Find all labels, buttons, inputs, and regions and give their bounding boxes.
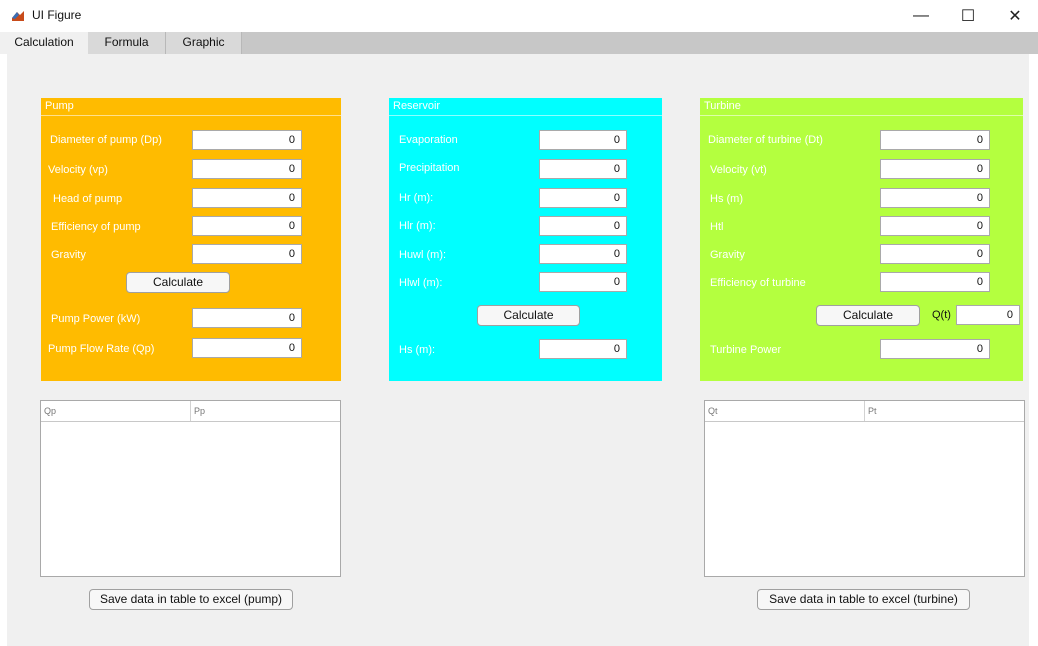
turbine-velocity-field[interactable]: 0 [880, 159, 990, 179]
turbine-diameter-field[interactable]: 0 [880, 130, 990, 150]
pump-power-field[interactable]: 0 [192, 308, 302, 328]
turbine-data-table[interactable]: Qt Pt [704, 400, 1025, 577]
reservoir-huwl-field[interactable]: 0 [539, 244, 627, 264]
pump-velocity-field[interactable]: 0 [192, 159, 302, 179]
window-title-bar: UI Figure — ☐ ✕ [0, 0, 1038, 32]
tab-formula[interactable]: Formula [88, 32, 166, 54]
pump-flow-rate-label: Pump Flow Rate (Qp) [48, 343, 155, 355]
turbine-calculate-button[interactable]: Calculate [816, 305, 920, 326]
turbine-hs-field[interactable]: 0 [880, 188, 990, 208]
pump-head-label: Head of pump [53, 193, 123, 205]
pump-panel-title: Pump [41, 98, 341, 116]
reservoir-evaporation-label: Evaporation [399, 134, 458, 146]
save-turbine-excel-button[interactable]: Save data in table to excel (turbine) [757, 589, 970, 610]
close-icon: ✕ [1008, 8, 1022, 25]
turbine-diameter-label: Diameter of turbine (Dt) [708, 134, 823, 146]
pump-calculate-button[interactable]: Calculate [126, 272, 230, 293]
maximize-icon: ☐ [960, 8, 976, 25]
reservoir-precipitation-label: Precipitation [399, 162, 460, 174]
pump-efficiency-label: Efficiency of pump [51, 221, 141, 233]
reservoir-hlr-field[interactable]: 0 [539, 216, 627, 236]
tab-calculation[interactable]: Calculation [0, 32, 88, 54]
turbine-efficiency-field[interactable]: 0 [880, 272, 990, 292]
turbine-table-col-qt[interactable]: Qt [705, 401, 865, 421]
reservoir-panel-title: Reservoir [389, 98, 662, 116]
reservoir-precipitation-field[interactable]: 0 [539, 159, 627, 179]
pump-velocity-label: Velocity (vp) [48, 164, 108, 176]
save-pump-excel-button[interactable]: Save data in table to excel (pump) [89, 589, 293, 610]
turbine-panel: Turbine Diameter of turbine (Dt) 0 Veloc… [700, 98, 1023, 381]
turbine-htl-label: Htl [710, 221, 724, 233]
turbine-power-field[interactable]: 0 [880, 339, 990, 359]
maximize-button[interactable]: ☐ [945, 0, 991, 32]
turbine-qt-field[interactable]: 0 [956, 305, 1020, 325]
pump-diameter-field[interactable]: 0 [192, 130, 302, 150]
reservoir-hr-label: Hr (m): [399, 192, 434, 204]
reservoir-hr-field[interactable]: 0 [539, 188, 627, 208]
reservoir-hlwl-field[interactable]: 0 [539, 272, 627, 292]
window-title: UI Figure [32, 8, 82, 22]
reservoir-calculate-button[interactable]: Calculate [477, 305, 580, 326]
matlab-logo-icon [11, 9, 25, 23]
pump-table-col-qp[interactable]: Qp [41, 401, 191, 421]
turbine-hs-label: Hs (m) [710, 193, 743, 205]
pump-table-col-pp[interactable]: Pp [191, 401, 340, 421]
pump-head-field[interactable]: 0 [192, 188, 302, 208]
pump-panel: Pump Diameter of pump (Dp) 0 Velocity (v… [41, 98, 341, 381]
pump-gravity-label: Gravity [51, 249, 86, 261]
reservoir-hlr-label: Hlr (m): [399, 220, 436, 232]
turbine-table-col-pt[interactable]: Pt [865, 401, 1024, 421]
tab-graphic[interactable]: Graphic [166, 32, 242, 54]
pump-data-table[interactable]: Qp Pp [40, 400, 341, 577]
reservoir-hlwl-label: Hlwl (m): [399, 277, 443, 289]
minimize-button[interactable]: — [898, 0, 944, 32]
pump-gravity-field[interactable]: 0 [192, 244, 302, 264]
turbine-gravity-label: Gravity [710, 249, 745, 261]
turbine-power-label: Turbine Power [710, 344, 782, 356]
reservoir-hs-field[interactable]: 0 [539, 339, 627, 359]
reservoir-huwl-label: Huwl (m): [399, 249, 447, 261]
turbine-panel-title: Turbine [700, 98, 1023, 116]
turbine-efficiency-label: Efficiency of turbine [710, 277, 806, 289]
pump-flow-rate-field[interactable]: 0 [192, 338, 302, 358]
tab-bar: Calculation Formula Graphic [0, 32, 1038, 54]
pump-power-label: Pump Power (kW) [51, 313, 141, 325]
turbine-gravity-field[interactable]: 0 [880, 244, 990, 264]
turbine-htl-field[interactable]: 0 [880, 216, 990, 236]
turbine-velocity-label: Velocity (vt) [710, 164, 767, 176]
pump-table-header: Qp Pp [41, 401, 340, 422]
reservoir-hs-label: Hs (m): [399, 344, 436, 356]
turbine-qt-label: Q(t) [932, 309, 951, 321]
reservoir-panel: Reservoir Evaporation 0 Precipitation 0 … [389, 98, 662, 381]
minimize-icon: — [913, 7, 929, 24]
turbine-table-header: Qt Pt [705, 401, 1024, 422]
pump-efficiency-field[interactable]: 0 [192, 216, 302, 236]
reservoir-evaporation-field[interactable]: 0 [539, 130, 627, 150]
close-button[interactable]: ✕ [992, 0, 1038, 32]
pump-diameter-label: Diameter of pump (Dp) [50, 134, 162, 146]
